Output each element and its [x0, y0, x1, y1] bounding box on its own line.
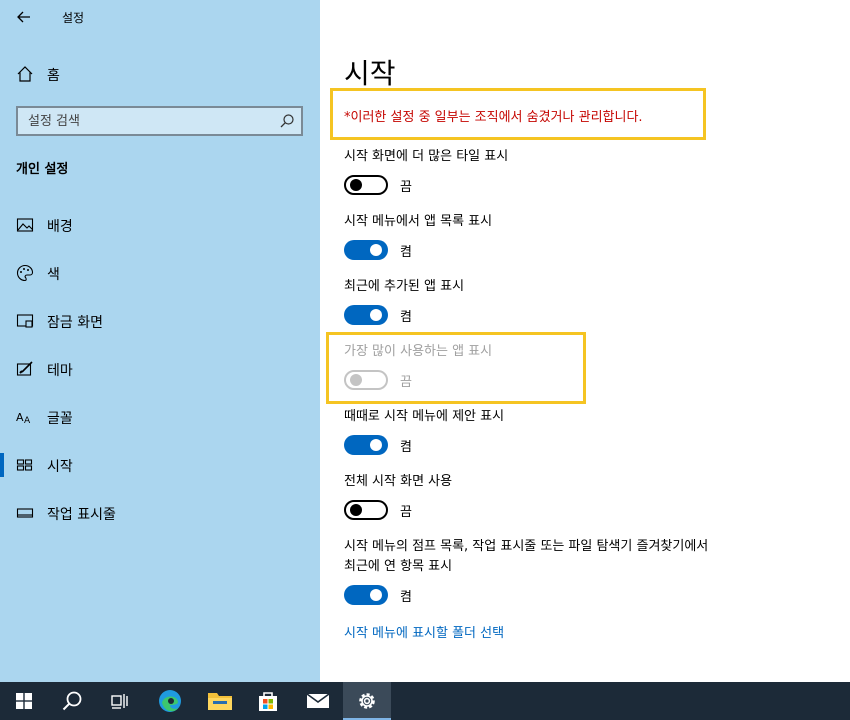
sidebar-item-background[interactable]: 배경 [0, 205, 320, 245]
choose-folders-link[interactable]: 시작 메뉴에 표시할 폴더 선택 [344, 622, 504, 641]
recent-items-toggle[interactable] [344, 585, 388, 605]
option-recent-items: 시작 메뉴의 점프 목록, 작업 표시줄 또는 파일 탐색기 즐겨찾기에서 최근… [344, 537, 824, 611]
settings-button[interactable] [343, 682, 391, 720]
search-icon[interactable] [279, 113, 295, 129]
image-icon [16, 218, 34, 232]
toggle-state: 켬 [400, 245, 412, 260]
option-recently-added: 최근에 추가된 앱 표시 켬 [344, 277, 824, 331]
back-button[interactable] [10, 4, 38, 30]
sidebar-item-taskbar[interactable]: 작업 표시줄 [0, 493, 320, 533]
font-icon: AA [16, 411, 31, 426]
managed-notice: *이러한 설정 중 일부는 조직에서 숨겼거나 관리합니다. [344, 110, 643, 125]
sidebar-item-theme[interactable]: 테마 [0, 349, 320, 389]
page-title: 시작 [344, 57, 396, 90]
svg-text:A: A [16, 411, 24, 424]
option-full-screen: 전체 시작 화면 사용 끔 [344, 472, 824, 526]
store-icon [259, 692, 277, 711]
svg-text:A: A [24, 416, 31, 426]
sidebar-item-label: 잠금 화면 [47, 315, 103, 331]
main-content: 시작 *이러한 설정 중 일부는 조직에서 숨겼거나 관리합니다. 시작 화면에… [320, 0, 850, 682]
sidebar-item-label: 글꼴 [47, 411, 73, 427]
option-label-line1: 시작 메뉴의 점프 목록, 작업 표시줄 또는 파일 탐색기 즐겨찾기에서 [344, 539, 709, 554]
option-label: 시작 화면에 더 많은 타일 표시 [344, 149, 509, 164]
active-indicator [0, 453, 4, 477]
file-explorer-button[interactable] [196, 682, 244, 720]
taskbar [0, 682, 850, 720]
sidebar-item-fonts[interactable]: AA 글꼴 [0, 397, 320, 437]
option-label: 최근에 추가된 앱 표시 [344, 279, 465, 294]
toggle-state: 켬 [400, 590, 412, 605]
option-label: 전체 시작 화면 사용 [344, 474, 453, 489]
toggle-state: 끔 [400, 505, 412, 520]
title-bar: 설정 [0, 0, 320, 34]
recently-added-toggle[interactable] [344, 305, 388, 325]
start-button[interactable] [0, 682, 48, 720]
start-icon [16, 459, 33, 471]
option-label: 시작 메뉴에서 앱 목록 표시 [344, 214, 493, 229]
toggle-knob [370, 244, 382, 256]
edge-button[interactable] [146, 682, 194, 720]
toggle-knob [350, 179, 362, 191]
app-list-toggle[interactable] [344, 240, 388, 260]
option-app-list: 시작 메뉴에서 앱 목록 표시 켬 [344, 212, 824, 266]
most-used-toggle [344, 370, 388, 390]
more-tiles-toggle[interactable] [344, 175, 388, 195]
home-icon [17, 66, 33, 82]
sidebar-item-home[interactable]: 홈 [0, 58, 320, 90]
back-arrow-icon [17, 11, 30, 23]
task-view-icon [111, 694, 128, 709]
sidebar-item-label: 배경 [47, 219, 73, 235]
toggle-state: 켬 [400, 310, 412, 325]
option-more-tiles: 시작 화면에 더 많은 타일 표시 끔 [344, 147, 824, 201]
search-input[interactable] [18, 108, 268, 134]
search-icon [62, 691, 82, 711]
option-most-used: 가장 많이 사용하는 앱 표시 끔 [344, 342, 824, 396]
sidebar-item-color[interactable]: 색 [0, 253, 320, 293]
toggle-knob [370, 309, 382, 321]
toggle-state: 켬 [400, 440, 412, 455]
lock-screen-icon [16, 314, 34, 328]
sidebar-item-label: 홈 [47, 68, 60, 84]
full-screen-toggle[interactable] [344, 500, 388, 520]
store-button[interactable] [244, 682, 292, 720]
sidebar: 설정 홈 개인 설정 배경 색 잠금 화면 테마 AA 글꼴 시작 작업 표시줄 [0, 0, 320, 682]
file-explorer-icon [208, 693, 232, 710]
theme-icon [16, 361, 33, 376]
toggle-knob [350, 374, 362, 386]
toggle-state: 끔 [400, 375, 412, 390]
search-box [16, 106, 303, 136]
sidebar-item-label: 시작 [47, 459, 73, 475]
sidebar-item-lock-screen[interactable]: 잠금 화면 [0, 301, 320, 341]
toggle-knob [370, 439, 382, 451]
section-title: 개인 설정 [16, 162, 69, 177]
sidebar-item-label: 테마 [47, 363, 73, 379]
toggle-state: 끔 [400, 180, 412, 195]
suggestions-toggle[interactable] [344, 435, 388, 455]
option-label-line2: 최근에 연 항목 표시 [344, 559, 453, 574]
toggle-knob [370, 589, 382, 601]
taskbar-icon [16, 508, 34, 518]
mail-button[interactable] [294, 682, 342, 720]
window-title: 설정 [62, 11, 85, 25]
mail-icon [306, 693, 330, 708]
task-view-button[interactable] [96, 682, 144, 720]
sidebar-item-label: 색 [47, 267, 60, 283]
windows-start-icon [16, 693, 32, 709]
option-label: 때때로 시작 메뉴에 제안 표시 [344, 409, 505, 424]
option-label: 가장 많이 사용하는 앱 표시 [344, 344, 493, 359]
toggle-knob [350, 504, 362, 516]
settings-icon [359, 693, 375, 709]
edge-icon [159, 690, 181, 712]
sidebar-item-label: 작업 표시줄 [47, 507, 116, 523]
taskbar-search-button[interactable] [48, 682, 96, 720]
sidebar-item-start[interactable]: 시작 [0, 445, 320, 485]
palette-icon [17, 264, 34, 282]
option-suggestions: 때때로 시작 메뉴에 제안 표시 켬 [344, 407, 824, 461]
